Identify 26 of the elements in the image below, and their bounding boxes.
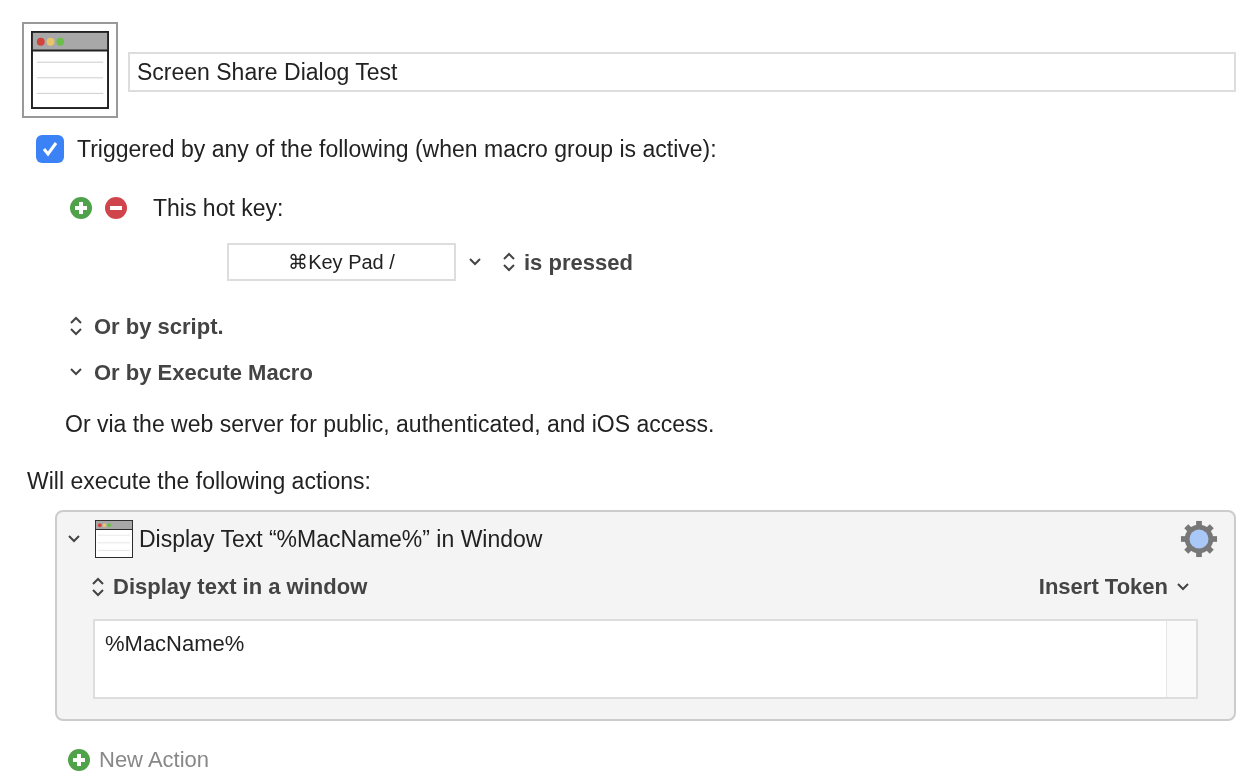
up-down-chevron-icon xyxy=(91,575,105,598)
insert-token-button[interactable]: Insert Token xyxy=(1038,570,1190,603)
web-server-note: Or via the web server for public, authenticated, and iOS access. xyxy=(64,410,716,439)
hotkey-field[interactable]: ⌘Key Pad / xyxy=(227,243,456,281)
trigger-checkbox[interactable] xyxy=(36,135,64,164)
up-down-chevron-icon xyxy=(502,251,516,273)
remove-icon[interactable] xyxy=(104,195,128,220)
hotkey-label: This hot key: xyxy=(153,193,284,223)
macro-icon-well[interactable] xyxy=(22,22,118,118)
up-down-chevron-icon xyxy=(69,315,83,337)
action-title: Display Text “%MacName%” in Window xyxy=(139,524,544,554)
actions-label: Will execute the following actions: xyxy=(26,466,372,496)
macro-name-field[interactable]: Screen Share Dialog Test xyxy=(128,52,1236,92)
trigger-option[interactable]: Or by script. xyxy=(69,313,1256,339)
window-icon xyxy=(95,520,133,558)
text-area[interactable]: %MacName% xyxy=(93,619,1198,699)
scroll-bar[interactable] xyxy=(1166,621,1196,697)
action-mode-popup[interactable]: Display text in a window xyxy=(91,570,368,603)
add-icon[interactable] xyxy=(69,195,93,220)
trigger-label: Triggered by any of the following (when macro group is active): xyxy=(77,135,717,164)
new-action-link[interactable]: New Action xyxy=(99,743,210,776)
trigger-option[interactable]: Or by Execute Macro xyxy=(69,359,1256,385)
window-icon xyxy=(31,31,109,109)
add-action-icon[interactable] xyxy=(67,747,91,772)
trigger-mode-popup[interactable]: is pressed xyxy=(502,245,633,279)
gear-icon[interactable] xyxy=(1180,520,1218,558)
